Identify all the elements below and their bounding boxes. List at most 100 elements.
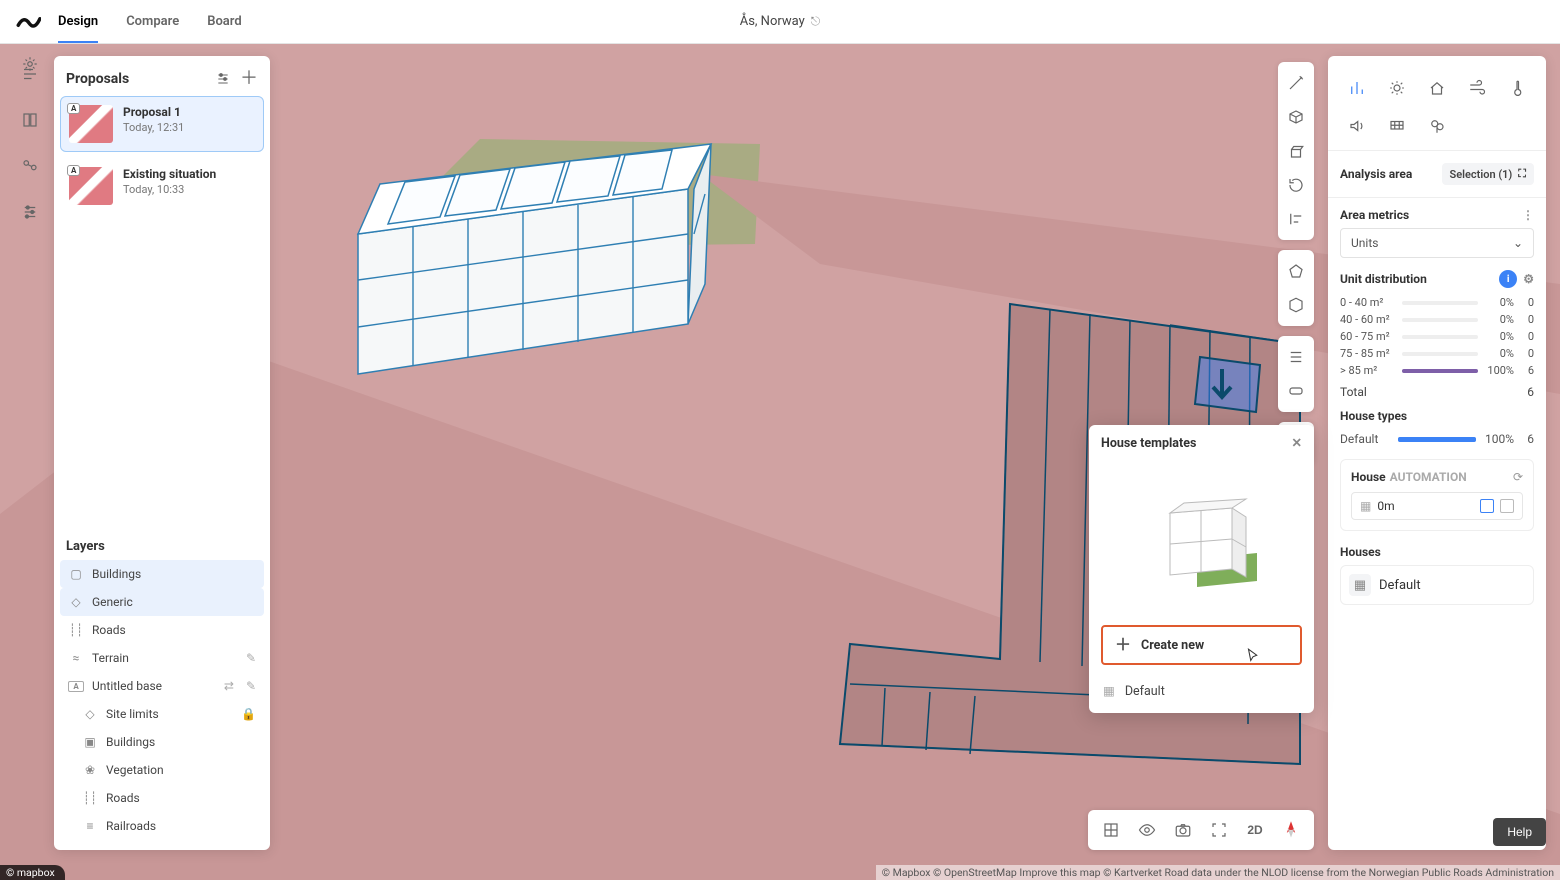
total-label: Total (1340, 385, 1367, 399)
refresh-icon[interactable]: ⟳ (1513, 470, 1523, 484)
layer-label: Railroads (106, 819, 156, 833)
automation-value-field[interactable]: ▦ 0m (1351, 492, 1523, 520)
rotate-icon[interactable] (1278, 168, 1314, 202)
layer-generic[interactable]: ◇Generic (60, 588, 264, 616)
app-logo[interactable] (14, 8, 42, 36)
leaf-icon: ❀ (82, 763, 98, 777)
sliders-mini-icon[interactable]: ⚙ (1523, 272, 1534, 286)
focus-icon[interactable] (1202, 813, 1236, 847)
option-b-icon[interactable] (1500, 499, 1514, 513)
cube-icon: ▢ (68, 567, 84, 581)
layer-railroads[interactable]: ≡ Railroads (60, 812, 264, 840)
settings-gear-icon[interactable] (12, 46, 48, 82)
house-item[interactable]: ▦ Default (1340, 565, 1534, 605)
layer-untitled-base[interactable]: AUntitled base⇄✎ (60, 672, 264, 700)
eye-icon[interactable] (1130, 813, 1164, 847)
cube-tool-icon[interactable] (1278, 100, 1314, 134)
tree-icon[interactable] (1420, 110, 1454, 142)
option-a-icon[interactable] (1480, 499, 1494, 513)
unit-dist-label: Unit distribution (1340, 272, 1427, 286)
right-toolbar (1278, 62, 1314, 474)
layers-title: Layers (54, 527, 270, 560)
unit-dist-row: > 85 m²100%6 (1328, 362, 1546, 379)
total-count: 6 (1527, 385, 1534, 399)
proposal-card[interactable]: A Proposal 1 Today, 12:31 (60, 96, 264, 152)
lock-icon[interactable]: 🔒 (241, 707, 256, 721)
rectangle-icon[interactable] (1278, 374, 1314, 408)
bar-chart-icon[interactable] (1340, 72, 1374, 104)
help-button[interactable]: Help (1493, 818, 1546, 846)
layer-label: Site limits (106, 707, 159, 721)
sound-icon[interactable] (1340, 110, 1374, 142)
cursor-icon (1244, 647, 1262, 665)
mode-2d-button[interactable]: 2D (1238, 813, 1272, 847)
expand-icon: ⛶ (1518, 167, 1526, 181)
houses-section-label: Houses (1328, 537, 1546, 565)
proposal-thumbnail: A (69, 167, 113, 205)
menu-dots-icon[interactable]: ⋮ (1522, 208, 1534, 222)
range-label: 60 - 75 m² (1340, 330, 1396, 343)
tab-design[interactable]: Design (58, 1, 98, 43)
close-icon[interactable]: ✕ (1292, 435, 1302, 451)
base-badge-icon: A (68, 681, 84, 692)
layer-buildings[interactable]: ▢Buildings (60, 560, 264, 588)
layer-label: Roads (106, 791, 140, 805)
rail-icon: ≡ (82, 819, 98, 833)
sliders-icon[interactable] (12, 194, 48, 230)
compass-icon[interactable] (1274, 813, 1308, 847)
template-default[interactable]: ▦ Default (1089, 675, 1314, 713)
house-type-name: Default (1340, 432, 1392, 446)
house-icon[interactable] (1420, 72, 1454, 104)
sun-icon[interactable] (1380, 72, 1414, 104)
layer-label: Vegetation (106, 763, 164, 777)
dist-bar (1402, 369, 1478, 373)
iso-cube-icon[interactable] (1278, 288, 1314, 322)
align-icon[interactable] (1278, 202, 1314, 236)
layer-buildings-sub[interactable]: ▣Buildings (60, 728, 264, 756)
range-label: > 85 m² (1340, 364, 1396, 377)
pencil-icon[interactable]: ✎ (246, 679, 256, 693)
filter-icon[interactable] (214, 70, 232, 88)
selection-chip-text: Selection (1) (1450, 168, 1513, 181)
tab-board[interactable]: Board (207, 1, 241, 43)
extrude-icon[interactable] (1278, 134, 1314, 168)
units-select[interactable]: Units ⌄ (1340, 228, 1534, 258)
wand-icon[interactable] (1278, 66, 1314, 100)
info-badge-icon[interactable]: i (1499, 270, 1517, 288)
selection-chip[interactable]: Selection (1) ⛶ (1442, 163, 1534, 185)
pencil-icon[interactable]: ✎ (246, 651, 256, 665)
dist-bar (1402, 318, 1478, 322)
unit-dist-row: 0 - 40 m²0%0 (1328, 294, 1546, 311)
proposal-card[interactable]: A Existing situation Today, 10:33 (60, 158, 264, 214)
analysis-tool-grid (1328, 68, 1546, 148)
layer-label: Buildings (106, 735, 155, 749)
swap-icon[interactable]: ⇄ (224, 679, 234, 693)
layer-label: Generic (92, 595, 133, 609)
dist-count: 0 (1520, 330, 1534, 343)
layer-roads[interactable]: ┊┊Roads (60, 616, 264, 644)
layer-label: Roads (92, 623, 126, 637)
automation-value: 0m (1377, 499, 1394, 513)
tab-compare[interactable]: Compare (126, 1, 179, 43)
create-new-template-button[interactable]: ＋ Create new (1101, 625, 1302, 665)
layer-list: ▢Buildings ◇Generic ┊┊Roads ≈Terrain✎ AU… (54, 560, 270, 850)
layer-site-limits[interactable]: ◇Site limits🔒 (60, 700, 264, 728)
wind-icon[interactable] (1460, 72, 1494, 104)
solar-panel-icon[interactable] (1380, 110, 1414, 142)
dist-pct: 0% (1484, 313, 1514, 326)
layer-roads-sub[interactable]: ┊┊Roads (60, 784, 264, 812)
polygon-icon[interactable] (1278, 254, 1314, 288)
layer-vegetation[interactable]: ❀ Vegetation (60, 756, 264, 784)
add-proposal-icon[interactable]: ＋ (240, 70, 258, 88)
automation-label: House (1351, 470, 1386, 484)
list-icon[interactable] (1278, 340, 1314, 374)
grid-toggle-icon[interactable] (1094, 813, 1128, 847)
layer-terrain[interactable]: ≈Terrain✎ (60, 644, 264, 672)
templates-title: House templates (1101, 436, 1196, 451)
location-breadcrumb[interactable]: Ås, Norway ⎋ (740, 14, 821, 29)
layout-icon[interactable] (12, 102, 48, 138)
proposals-title: Proposals (66, 71, 129, 87)
camera-icon[interactable] (1166, 813, 1200, 847)
thermometer-icon[interactable] (1500, 72, 1534, 104)
analysis-icon[interactable] (12, 148, 48, 184)
